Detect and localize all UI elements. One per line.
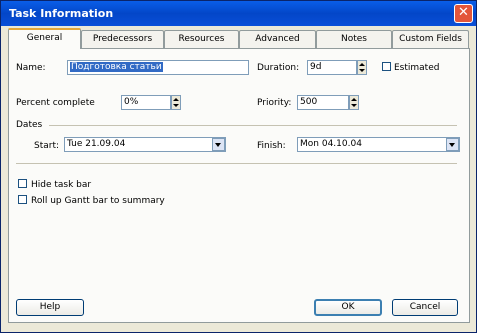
tab-predecessors-label: Predecessors [92, 34, 153, 44]
close-icon: ✕ [458, 5, 469, 20]
cancel-button[interactable]: Cancel [392, 299, 458, 316]
tab-notes-label: Notes [341, 34, 367, 44]
tab-resources-label: Resources [178, 34, 225, 44]
ok-button-label: OK [341, 302, 355, 312]
help-button-label: Help [39, 302, 61, 312]
help-button[interactable]: Help [16, 299, 84, 316]
start-date-value: Tue 21.09.04 [67, 139, 126, 149]
spin-down-icon [359, 69, 365, 72]
dialog-title: Task Information [9, 7, 114, 20]
duration-label: Duration: [257, 63, 300, 73]
dates-divider [49, 125, 457, 126]
chevron-down-icon [215, 143, 221, 147]
tab-advanced-label: Advanced [255, 34, 300, 44]
percent-complete-input[interactable]: 0% [121, 95, 171, 110]
start-dropdown-button[interactable] [212, 138, 225, 151]
spin-up-icon [351, 98, 357, 101]
ok-button[interactable]: OK [314, 299, 382, 316]
spin-up-icon [359, 63, 365, 66]
priority-label: Priority: [257, 98, 292, 108]
tab-general-label: General [26, 33, 63, 43]
finish-date-field[interactable]: Mon 04.10.04 [297, 137, 460, 152]
name-label: Name: [16, 63, 46, 73]
rollup-gantt-checkbox[interactable] [18, 195, 27, 204]
chevron-down-icon [449, 143, 455, 147]
finish-label: Finish: [257, 141, 286, 151]
tab-general[interactable]: General [8, 28, 81, 49]
estimated-label: Estimated [394, 63, 440, 73]
tab-custom-fields-label: Custom Fields [399, 34, 462, 44]
finish-dropdown-button[interactable] [446, 138, 459, 151]
start-label: Start: [34, 141, 60, 151]
estimated-checkbox[interactable] [382, 62, 391, 71]
start-date-field[interactable]: Tue 21.09.04 [64, 137, 226, 152]
tab-advanced[interactable]: Advanced [239, 30, 316, 48]
percent-complete-label: Percent complete [16, 98, 95, 108]
priority-value: 500 [300, 97, 318, 107]
close-button[interactable]: ✕ [454, 4, 473, 23]
tab-notes[interactable]: Notes [316, 30, 392, 48]
rollup-gantt-label: Roll up Gantt bar to summary [31, 196, 165, 206]
spin-down-icon [173, 104, 179, 107]
tab-custom-fields[interactable]: Custom Fields [392, 30, 469, 48]
name-value: Подготовка статьи [70, 62, 163, 72]
percent-complete-value: 0% [124, 97, 139, 107]
duration-spinner[interactable] [357, 60, 367, 75]
title-bar[interactable]: Task Information ✕ [1, 1, 476, 26]
spin-down-icon [351, 104, 357, 107]
cancel-button-label: Cancel [409, 302, 441, 312]
hide-taskbar-label: Hide task bar [31, 180, 92, 190]
tab-resources[interactable]: Resources [164, 30, 239, 48]
spin-up-icon [173, 98, 179, 101]
hide-taskbar-checkbox[interactable] [18, 179, 27, 188]
name-input[interactable]: Подготовка статьи [67, 60, 249, 75]
finish-date-value: Mon 04.10.04 [300, 139, 362, 149]
duration-input[interactable]: 9d [307, 60, 357, 75]
task-information-dialog: Task Information ✕ General Predecessors … [0, 0, 477, 333]
dates-group-label: Dates [16, 120, 43, 130]
duration-value: 9d [310, 62, 322, 72]
priority-spinner[interactable] [349, 95, 359, 110]
percent-complete-spinner[interactable] [171, 95, 181, 110]
section-divider [16, 163, 457, 164]
tab-predecessors[interactable]: Predecessors [81, 30, 164, 48]
priority-input[interactable]: 500 [297, 95, 349, 110]
